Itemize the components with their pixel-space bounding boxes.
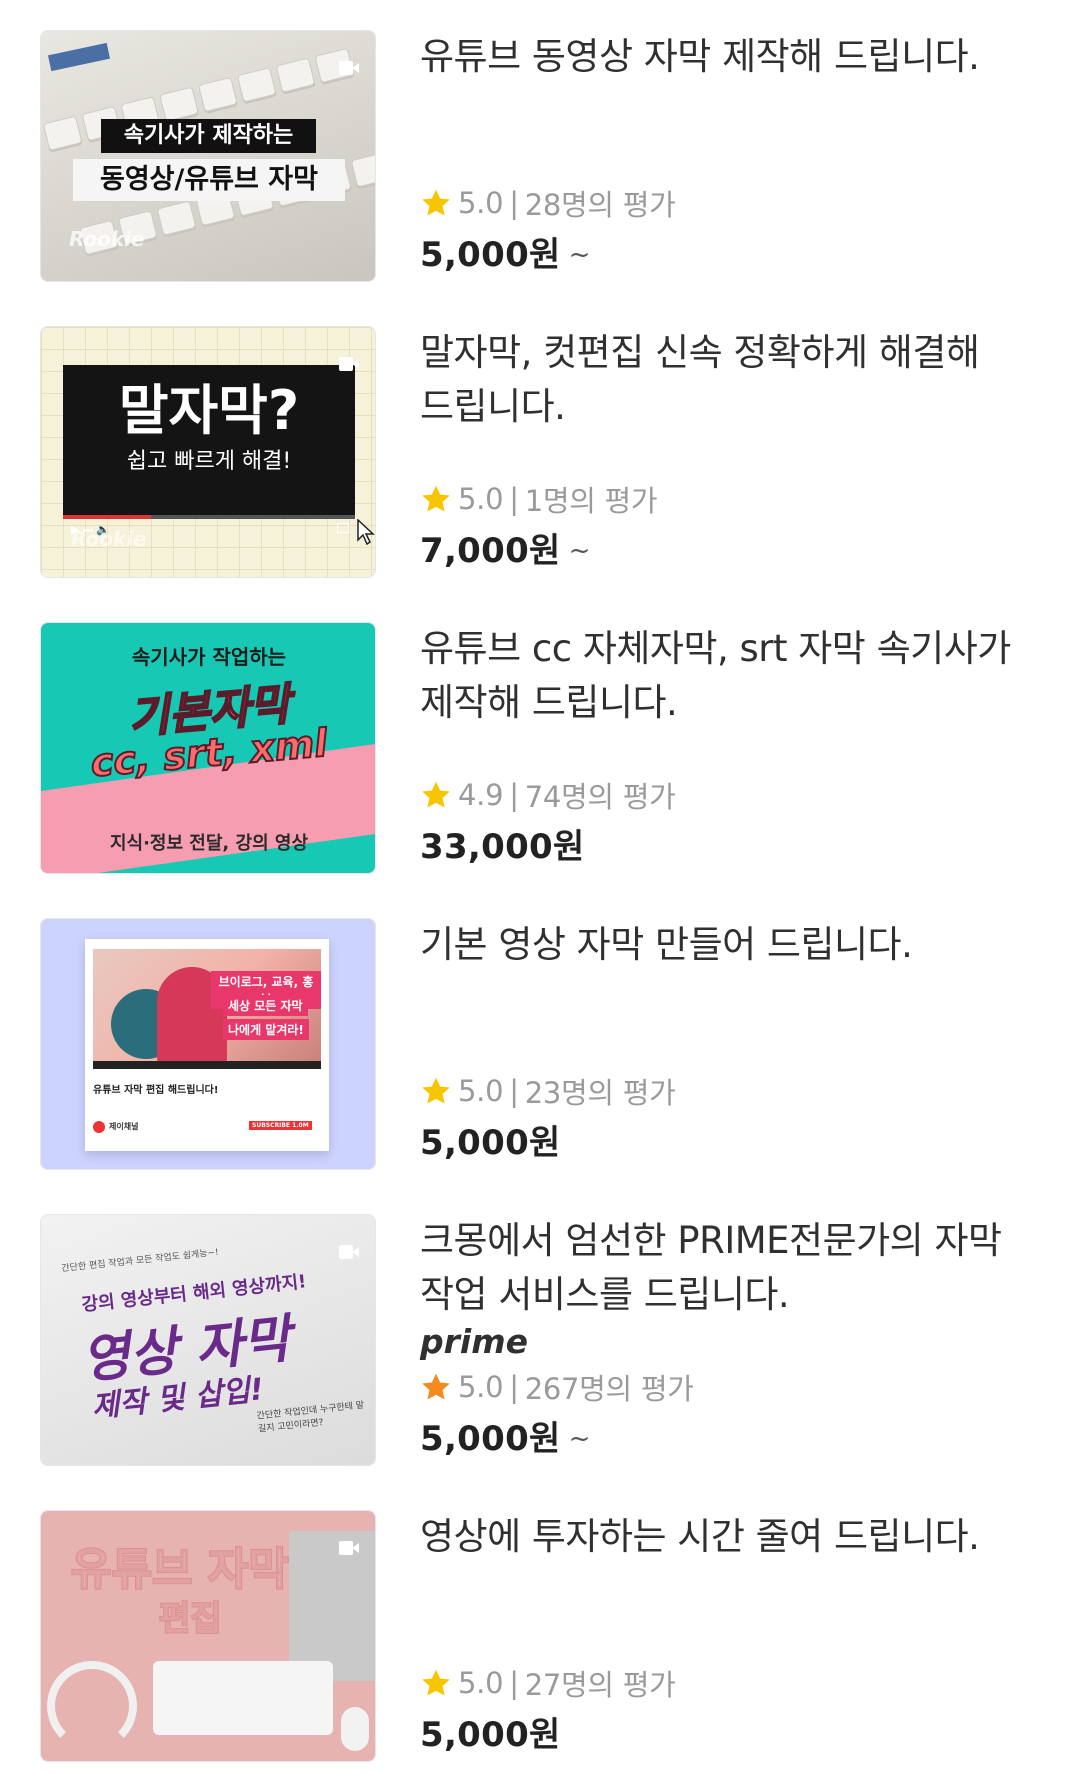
thumb-headline-2: 쉽고 빠르게 해결! — [126, 449, 292, 474]
gig-thumbnail[interactable]: 브이로그, 교육, 홍보 세상 모든 자막 나에게 맡겨라! 유튜브 자막 편집… — [40, 918, 376, 1170]
rating-separator: | — [509, 482, 519, 516]
thumb-subscribe: SUBSCRIBE 1.0M — [249, 1121, 312, 1130]
price: 5,000원 — [420, 1419, 561, 1459]
review-count: 23명의 평가 — [524, 1076, 676, 1110]
thumb-channel: 제이채널 — [109, 1122, 139, 1131]
headphones-image — [47, 1661, 137, 1751]
keyboard-image — [153, 1661, 333, 1735]
cursor-icon — [357, 519, 375, 545]
thumb-video-title: 유튜브 자막 편집 해드립니다! — [93, 1085, 219, 1096]
price: 5,000원 — [420, 235, 561, 275]
gig-thumbnail[interactable]: 간단한 편집 작업과 모든 작업도 쉽게능~! 강의 영상부터 해외 영상까지!… — [40, 1214, 376, 1466]
star-icon — [422, 189, 450, 216]
channel-avatar — [93, 1121, 105, 1133]
rating-separator: | — [509, 778, 519, 812]
gig-thumbnail[interactable]: 속기사가 제작하는 동영상/유튜브 자막 Rookie — [40, 30, 376, 282]
rating-row: 5.0 | 23명의 평가 — [420, 1074, 676, 1110]
gig-thumbnail[interactable]: 속기사가 작업하는 기본자막 cc, srt, xml 지식·정보 전달, 강의… — [40, 622, 376, 874]
rating-row: 5.0 | 267명의 평가 — [420, 1370, 694, 1406]
rating-separator: | — [509, 1666, 519, 1700]
rating-score: 5.0 — [458, 482, 504, 516]
gig-title[interactable]: 크몽에서 엄선한 PRIME전문가의 자막 작업 서비스를 드립니다. — [420, 1214, 1040, 1322]
price-row: 7,000원 ~ — [420, 528, 590, 572]
price-row: 5,000원 — [420, 1120, 569, 1164]
thumb-caption: 지식·정보 전달, 강의 영상 — [109, 833, 309, 854]
thumb-tag-3: 나에게 맡겨라! — [223, 1019, 309, 1040]
thumb-headline-2: 동영상/유튜브 자막 — [73, 159, 345, 201]
rating-row: 5.0 | 28명의 평가 — [420, 186, 676, 222]
gig-card[interactable]: 브이로그, 교육, 홍보 세상 모든 자막 나에게 맡겨라! 유튜브 자막 편집… — [0, 888, 1078, 1184]
gig-title[interactable]: 영상에 투자하는 시간 줄여 드립니다. — [420, 1510, 1040, 1564]
thumb-tag-2: 세상 모든 자막 — [223, 995, 308, 1016]
star-icon — [422, 1669, 450, 1696]
gig-card[interactable]: 말자막? 쉽고 빠르게 해결! ▶ ⏭ 🔈 Rookie 말자막, 컷편집 신속… — [0, 296, 1078, 592]
fullscreen-icon — [337, 523, 349, 533]
rating-row: 5.0 | 27명의 평가 — [420, 1666, 676, 1702]
gig-thumbnail[interactable]: 유튜브 자막 편집 — [40, 1510, 376, 1762]
review-count: 1명의 평가 — [524, 484, 658, 518]
thumb-headline-1: 속기사가 제작하는 — [101, 119, 316, 153]
notebook-image — [289, 1531, 375, 1681]
gig-card[interactable]: 유튜브 자막 편집 영상에 투자하는 시간 줄여 드립니다. 5.0 | 27명… — [0, 1480, 1078, 1776]
price-row: 5,000원 ~ — [420, 1416, 590, 1460]
price: 5,000원 — [420, 1715, 561, 1755]
star-icon — [422, 1077, 450, 1104]
gig-title[interactable]: 말자막, 컷편집 신속 정확하게 해결해 드립니다. — [420, 326, 1040, 434]
price: 7,000원 — [420, 531, 561, 571]
price: 5,000원 — [420, 1123, 561, 1163]
review-count: 27명의 평가 — [524, 1668, 676, 1702]
thumb-watermark: Rookie — [71, 527, 147, 551]
star-icon — [422, 781, 450, 808]
star-icon — [422, 1373, 450, 1400]
gig-title[interactable]: 유튜브 cc 자체자막, srt 자막 속기사가 제작해 드립니다. — [420, 622, 1040, 730]
gig-card[interactable]: 속기사가 작업하는 기본자막 cc, srt, xml 지식·정보 전달, 강의… — [0, 592, 1078, 888]
rating-row: 5.0 | 1명의 평가 — [420, 482, 658, 518]
rating-score: 5.0 — [458, 1666, 504, 1700]
rating-separator: | — [509, 186, 519, 220]
star-icon — [422, 485, 450, 512]
video-preview: 브이로그, 교육, 홍보 세상 모든 자막 나에게 맡겨라! — [93, 949, 321, 1069]
gig-thumbnail[interactable]: 말자막? 쉽고 빠르게 해결! ▶ ⏭ 🔈 Rookie — [40, 326, 376, 578]
video-icon — [339, 357, 359, 371]
gig-list: 속기사가 제작하는 동영상/유튜브 자막 Rookie 유튜브 동영상 자막 제… — [0, 0, 1078, 1777]
review-count: 267명의 평가 — [524, 1372, 694, 1406]
video-icon — [339, 1245, 359, 1259]
price-from-tilde: ~ — [568, 536, 591, 566]
video-page-mockup: 브이로그, 교육, 홍보 세상 모든 자막 나에게 맡겨라! 유튜브 자막 편집… — [85, 939, 329, 1151]
thumb-top-note: 간단한 편집 작업과 모든 작업도 쉽게능~! — [61, 1247, 220, 1275]
price-from-tilde: ~ — [568, 240, 591, 270]
rating-score: 4.9 — [458, 778, 504, 812]
gig-title[interactable]: 기본 영상 자막 만들어 드립니다. — [420, 918, 1040, 972]
thumb-headline-1: 말자막? — [118, 379, 300, 442]
price-row: 5,000원 — [420, 1712, 569, 1756]
price-row: 5,000원 ~ — [420, 232, 590, 276]
thumb-headline-2: 편집 — [158, 1598, 223, 1640]
price-from-tilde: ~ — [568, 1424, 591, 1454]
review-count: 28명의 평가 — [524, 188, 676, 222]
player-bar — [93, 1061, 321, 1069]
rating-separator: | — [509, 1074, 519, 1108]
rating-score: 5.0 — [458, 1074, 504, 1108]
gig-card[interactable]: 간단한 편집 작업과 모든 작업도 쉽게능~! 강의 영상부터 해외 영상까지!… — [0, 1184, 1078, 1480]
video-icon — [339, 1541, 359, 1555]
rating-row: 4.9 | 74명의 평가 — [420, 778, 676, 814]
rating-separator: | — [509, 1370, 519, 1404]
thumb-headline-1: 유튜브 자막 — [70, 1543, 290, 1596]
review-count: 74명의 평가 — [524, 780, 676, 814]
mouse-image — [341, 1707, 369, 1751]
price-row: 33,000원 — [420, 824, 593, 868]
thumb-watermark: Rookie — [69, 227, 145, 251]
gig-title[interactable]: 유튜브 동영상 자막 제작해 드립니다. — [420, 30, 1040, 84]
rating-score: 5.0 — [458, 186, 504, 220]
prime-badge: prime — [420, 1322, 528, 1361]
thumb-note: 간단한 작업인데 누구한테 맡길지 고민이라면? — [256, 1400, 365, 1435]
video-icon — [339, 61, 359, 75]
gig-card[interactable]: 속기사가 제작하는 동영상/유튜브 자막 Rookie 유튜브 동영상 자막 제… — [0, 0, 1078, 296]
rating-score: 5.0 — [458, 1370, 504, 1404]
price: 33,000원 — [420, 827, 585, 867]
progress-bar — [63, 515, 355, 519]
